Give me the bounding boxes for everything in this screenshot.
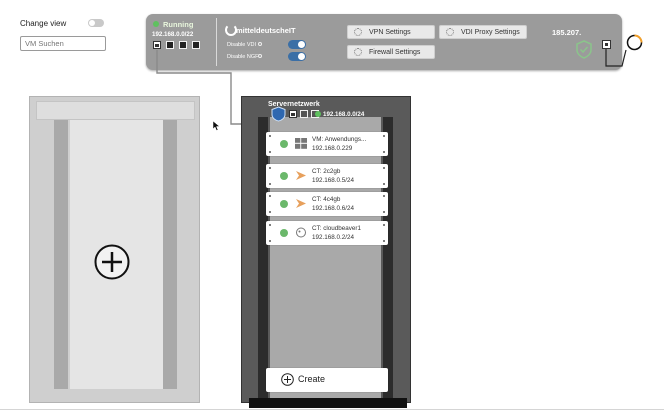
vm-name: VM: Anwendungs... [312,136,367,143]
rack-rail [383,117,393,398]
shield-icon [271,106,286,122]
vm-ip: 192.168.0.2/24 [312,234,355,241]
vm-card[interactable]: CT: 2c2gb 192.168.0.5/24 [266,164,388,188]
vm-name: CT: 4c4gb [312,196,341,203]
vm-ip: 192.168.0.6/24 [312,205,355,212]
vm-status-led [280,140,288,148]
vm-card[interactable]: CT: cloudbeaver1 192.168.0.2/24 [266,221,388,245]
rack-rail [163,120,177,389]
network-subnet: 192.168.0.0/24 [323,111,365,118]
rack-rail [258,117,268,398]
switch-port-2[interactable] [300,110,308,118]
rack-slot-area [270,117,381,398]
rack-base [249,398,407,408]
proxmox-icon [296,199,306,208]
vm-ip: 192.168.0.229 [312,145,353,152]
plus-circle-icon [281,373,294,386]
vm-card[interactable]: CT: 4c4gb 192.168.0.6/24 [266,192,388,216]
vm-ip: 192.168.0.5/24 [312,177,355,184]
vm-name: CT: cloudbeaver1 [312,225,362,232]
cloudbeaver-icon [296,227,306,238]
vm-status-led [280,229,288,237]
vm-card[interactable]: VM: Anwendungs... 192.168.0.229 [266,132,388,156]
create-label: Create [298,374,326,384]
proxmox-icon [296,171,306,180]
windows-icon [295,138,307,149]
create-vm-button[interactable]: Create [266,368,388,392]
vm-name: CT: 2c2gb [312,168,341,175]
add-network-icon[interactable] [94,244,130,280]
vm-status-led [280,200,288,208]
mouse-cursor-icon [213,121,220,131]
vm-status-led [280,172,288,180]
rack-switch-placeholder [36,101,195,120]
rack-rail [54,120,68,389]
bottom-divider [0,409,664,410]
network-status-led [315,111,321,117]
switch-port-1[interactable] [289,110,297,118]
